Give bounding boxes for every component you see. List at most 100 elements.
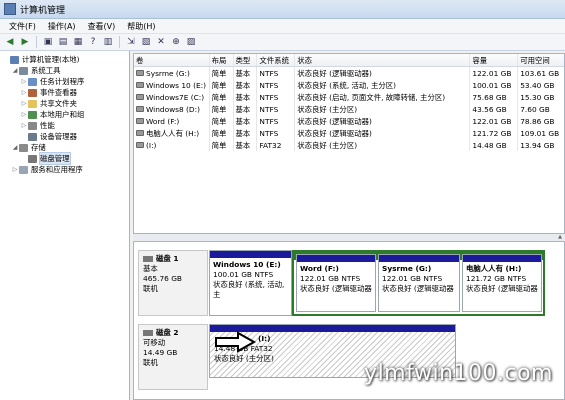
volume-name-text: Windows7E (C:): [146, 92, 205, 102]
computer-management-icon: [4, 3, 16, 15]
volume-row[interactable]: Word (F:) 简单 基本 NTFS 状态良好 (逻辑驱动器) 122.01 GB 78…: [134, 115, 564, 127]
forward-icon[interactable]: ▶: [19, 36, 31, 48]
open-icon[interactable]: ▧: [140, 36, 152, 48]
tree-item[interactable]: ◢ 系统工具: [0, 65, 129, 76]
tree-item[interactable]: 磁盘管理: [0, 152, 129, 165]
zoom-icon[interactable]: ⊕: [170, 36, 182, 48]
partition-size: 121.72 GB NTFS: [466, 274, 527, 283]
volume-layout: 简单: [210, 103, 234, 115]
expand-arrow-icon[interactable]: ▷: [20, 111, 28, 118]
volume-name: Windows7E (C:): [134, 91, 210, 103]
pane-splitter[interactable]: ▲: [133, 234, 565, 241]
volume-filesystem: NTFS: [257, 79, 296, 91]
expand-arrow-icon[interactable]: ◢: [11, 144, 19, 151]
expand-arrow-icon[interactable]: ▷: [20, 100, 28, 107]
volume-icon: [136, 94, 144, 100]
expand-arrow-icon[interactable]: ◢: [11, 67, 19, 74]
volume-row[interactable]: Windows 10 (E:) 简单 基本 NTFS 状态良好 (系统, 活动, 主分区…: [134, 79, 564, 91]
scroll-up-icon[interactable]: ▲: [555, 234, 565, 241]
volume-row[interactable]: Sysrme (G:) 简单 基本 NTFS 状态良好 (逻辑驱动器) 122.01 GB…: [134, 67, 564, 79]
tree-item[interactable]: ▷ 性能: [0, 120, 129, 131]
col-filesystem[interactable]: 文件系统: [257, 54, 296, 66]
tree-item-label: 任务计划程序: [40, 77, 85, 86]
menu-action[interactable]: 操作(A): [42, 21, 82, 32]
expand-arrow-icon[interactable]: ▷: [11, 166, 19, 173]
tree-item[interactable]: 计算机管理(本地): [0, 54, 129, 65]
partition-name: Word (F:): [300, 264, 339, 273]
back-icon[interactable]: ◀: [4, 36, 16, 48]
col-capacity[interactable]: 容量: [470, 54, 519, 66]
settings-icon[interactable]: ▨: [185, 36, 197, 48]
volume-icon: [136, 142, 144, 148]
volume-name-text: (I:): [146, 140, 157, 150]
export-icon[interactable]: ⇲: [125, 36, 137, 48]
tree-item[interactable]: ▷ 任务计划程序: [0, 76, 129, 87]
partition[interactable]: 电脑人人有 (H:) 121.72 GB NTFS 状态良好 (逻辑驱动器: [462, 254, 542, 312]
up-folder-icon[interactable]: ▣: [42, 36, 54, 48]
partition[interactable]: Sysrme (G:) 122.01 GB NTFS 状态良好 (逻辑驱动器: [378, 254, 460, 312]
expand-arrow-icon[interactable]: ▷: [20, 78, 28, 85]
volume-row[interactable]: Windows7E (C:) 简单 基本 NTFS 状态良好 (启动, 页面文件, 故障…: [134, 91, 564, 103]
disk-info[interactable]: 磁盘 1 基本 465.76 GB 联机: [138, 250, 208, 316]
partition-name: Windows 10 (E:): [213, 260, 281, 269]
volume-capacity: 43.56 GB: [470, 103, 519, 115]
partition[interactable]: Word (F:) 122.01 GB NTFS 状态良好 (逻辑驱动器: [296, 254, 376, 312]
help-icon[interactable]: ?: [87, 36, 99, 48]
refresh-icon[interactable]: ▥: [102, 36, 114, 48]
toolbar-separator: [119, 36, 120, 48]
partition-status: 状态良好 (逻辑驱动器: [382, 284, 454, 293]
partition[interactable]: Windows 10 (E:) 100.01 GB NTFS 状态良好 (系统,…: [209, 250, 292, 316]
volume-free-space: 53.40 GB: [520, 80, 555, 90]
menu-file[interactable]: 文件(F): [3, 21, 42, 32]
tree-item[interactable]: ◢ 存储: [0, 142, 129, 153]
volume-type: 基本: [234, 67, 258, 79]
volume-icon: [136, 118, 144, 124]
volume-free-space: 109.01 GB: [520, 128, 560, 138]
volume-icon: [136, 106, 144, 112]
tree-item-label: 服务和应用程序: [31, 165, 83, 174]
partition-bar: [210, 251, 291, 258]
show-tree-icon[interactable]: ▤: [57, 36, 69, 48]
expand-arrow-icon[interactable]: ▷: [20, 89, 28, 96]
volume-list: 卷 布局 类型 文件系统 状态 容量 可用空间 Sysrme (G:) 简单 基本 N…: [133, 53, 565, 234]
volume-row[interactable]: Windows8 (D:) 简单 基本 NTFS 状态良好 (主分区) 43.56 GB 7…: [134, 103, 564, 115]
disk-type: 基本: [143, 264, 158, 273]
disk-icon: [143, 256, 153, 262]
volume-layout: 简单: [210, 91, 234, 103]
toolbar-separator: [36, 36, 37, 48]
volume-capacity: 121.72 GB: [470, 127, 519, 139]
disk-row: 磁盘 1 基本 465.76 GB 联机 Windows 10 (E:) 100…: [134, 250, 554, 316]
col-volume[interactable]: 卷: [134, 54, 210, 66]
menu-view[interactable]: 查看(V): [82, 21, 122, 32]
partition-bar: [463, 255, 541, 262]
tree-item[interactable]: ▷ 共享文件夹: [0, 98, 129, 109]
properties-icon[interactable]: ▦: [72, 36, 84, 48]
col-free-space[interactable]: 可用空间: [518, 54, 564, 66]
col-layout[interactable]: 布局: [210, 54, 234, 66]
volume-free-space: 15.30 GB: [520, 92, 555, 102]
disk-size: 14.49 GB: [143, 348, 178, 357]
partition-name: 电脑人人有 (H:): [466, 264, 522, 273]
volume-list-header: 卷 布局 类型 文件系统 状态 容量 可用空间: [134, 54, 564, 67]
tree-item-label: 存储: [31, 143, 46, 152]
tree-item[interactable]: ▷ 本地用户和组: [0, 109, 129, 120]
volume-filesystem: NTFS: [257, 127, 296, 139]
volume-name: (I:): [134, 139, 210, 151]
menu-help[interactable]: 帮助(H): [121, 21, 161, 32]
volume-row[interactable]: (I:) 简单 基本 FAT32 状态良好 (主分区) 14.48 GB 13.94 GB: [134, 139, 564, 151]
tree-item[interactable]: ▷ 事件查看器: [0, 87, 129, 98]
volume-row[interactable]: 电脑人人有 (H:) 简单 基本 NTFS 状态良好 (逻辑驱动器) 121.72 GB 1…: [134, 127, 564, 139]
disk-name: 磁盘 2: [156, 328, 179, 337]
partition-bar: [379, 255, 459, 262]
tree-item[interactable]: ▷ 服务和应用程序: [0, 164, 129, 175]
close-icon[interactable]: ✕: [155, 36, 167, 48]
menu-bar: 文件(F) 操作(A) 查看(V) 帮助(H): [0, 19, 565, 34]
volume-layout: 简单: [210, 79, 234, 91]
partition-bar: [297, 255, 375, 262]
volume-layout: 简单: [210, 115, 234, 127]
col-status[interactable]: 状态: [295, 54, 471, 66]
tree-item[interactable]: 设备管理器: [0, 131, 129, 142]
col-type[interactable]: 类型: [234, 54, 258, 66]
expand-arrow-icon[interactable]: ▷: [20, 122, 28, 129]
disk-info[interactable]: 磁盘 2 可移动 14.49 GB 联机: [138, 324, 208, 390]
